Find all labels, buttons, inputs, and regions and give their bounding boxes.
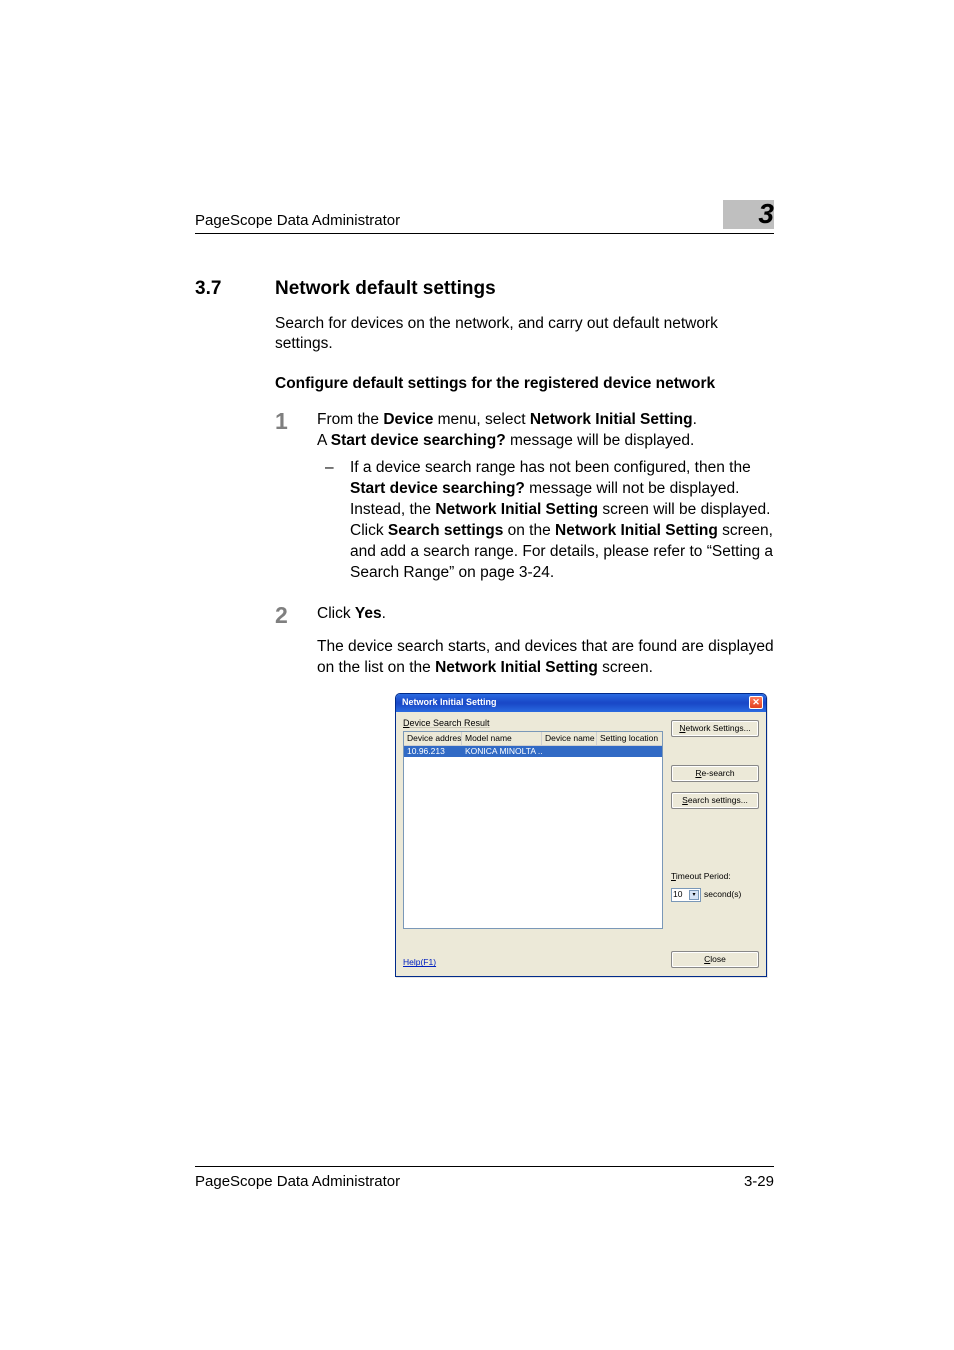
bullet-dash: –: [317, 458, 350, 584]
command-name: Network Initial Setting: [530, 411, 693, 428]
message-name: Start device searching?: [350, 480, 525, 497]
menu-name: Device: [383, 411, 433, 428]
text: From the: [317, 411, 383, 428]
dialog-title: Network Initial Setting: [402, 697, 497, 709]
cell-device-name: [542, 746, 597, 757]
footer-doc-title: PageScope Data Administrator: [195, 1173, 400, 1190]
step-number: 2: [275, 604, 317, 627]
page-number: 3-29: [744, 1173, 774, 1190]
timeout-period-label: Timeout Period:: [671, 871, 759, 882]
close-icon[interactable]: ✕: [749, 696, 763, 709]
close-button[interactable]: Close: [671, 951, 759, 968]
step-body: From the Device menu, select Network Ini…: [317, 410, 774, 597]
cell-model-name: KONICA MINOLTA ...: [462, 746, 542, 757]
timeout-select[interactable]: 10 ▾: [671, 888, 701, 902]
text: A: [317, 432, 331, 449]
button-name: Search settings: [388, 522, 503, 539]
table-row[interactable]: 10.96.213 KONICA MINOLTA ...: [404, 746, 662, 757]
text: on the: [503, 522, 555, 539]
message-name: Start device searching?: [331, 432, 506, 449]
cell-setting-location: [597, 746, 662, 757]
chapter-number: 3: [758, 200, 774, 229]
step-1-bullet: – If a device search range has not been …: [317, 458, 774, 584]
help-link[interactable]: Help(F1): [403, 957, 436, 968]
step-body: Click Yes.: [317, 604, 774, 627]
screen-name: Network Initial Setting: [435, 659, 598, 676]
dialog-figure: Network Initial Setting ✕ Device Search …: [395, 693, 774, 978]
text: message will be displayed.: [506, 432, 695, 449]
re-search-button[interactable]: Re-search: [671, 765, 759, 782]
screen-name: Network Initial Setting: [435, 501, 598, 518]
timeout-unit: second(s): [704, 889, 741, 900]
col-device-name[interactable]: Device name: [542, 732, 597, 745]
section-subhead: Configure default settings for the regis…: [275, 374, 774, 394]
step-1: 1 From the Device menu, select Network I…: [275, 410, 774, 597]
network-settings-button[interactable]: Network Settings...: [671, 720, 759, 737]
button-name: Yes: [355, 605, 382, 622]
section-heading: 3.7 Network default settings: [195, 278, 774, 300]
screen-name: Network Initial Setting: [555, 522, 718, 539]
grid-header-row: Device address Model name Device name Se…: [404, 732, 662, 746]
section-intro: Search for devices on the network, and c…: [275, 314, 774, 354]
timeout-value: 10: [673, 889, 682, 900]
text: Click: [317, 605, 355, 622]
col-model-name[interactable]: Model name: [462, 732, 542, 745]
text: .: [382, 605, 386, 622]
col-device-address[interactable]: Device address: [404, 732, 462, 745]
chevron-down-icon[interactable]: ▾: [689, 890, 699, 900]
step-2-result: The device search starts, and devices th…: [317, 637, 774, 679]
bullet-body: If a device search range has not been co…: [350, 458, 774, 584]
dialog-titlebar[interactable]: Network Initial Setting ✕: [396, 694, 766, 712]
device-search-result-label: Device Search Result: [403, 718, 663, 730]
col-setting-location[interactable]: Setting location: [597, 732, 662, 745]
step-2: 2 Click Yes.: [275, 604, 774, 627]
cell-device-address: 10.96.213: [404, 746, 462, 757]
header-doc-title: PageScope Data Administrator: [195, 212, 400, 229]
device-search-result-grid[interactable]: Device address Model name Device name Se…: [403, 731, 663, 929]
text: If a device search range has not been co…: [350, 459, 751, 476]
page-footer: PageScope Data Administrator 3-29: [195, 1166, 774, 1190]
section-title: Network default settings: [275, 278, 496, 300]
section-number: 3.7: [195, 278, 275, 300]
text: screen.: [598, 659, 653, 676]
chapter-badge: 3: [723, 200, 774, 229]
search-settings-button[interactable]: Search settings...: [671, 792, 759, 809]
step-number: 1: [275, 410, 317, 597]
text: menu, select: [433, 411, 530, 428]
text: .: [693, 411, 697, 428]
page-header: PageScope Data Administrator 3: [195, 200, 774, 234]
network-initial-setting-dialog: Network Initial Setting ✕ Device Search …: [395, 693, 767, 978]
